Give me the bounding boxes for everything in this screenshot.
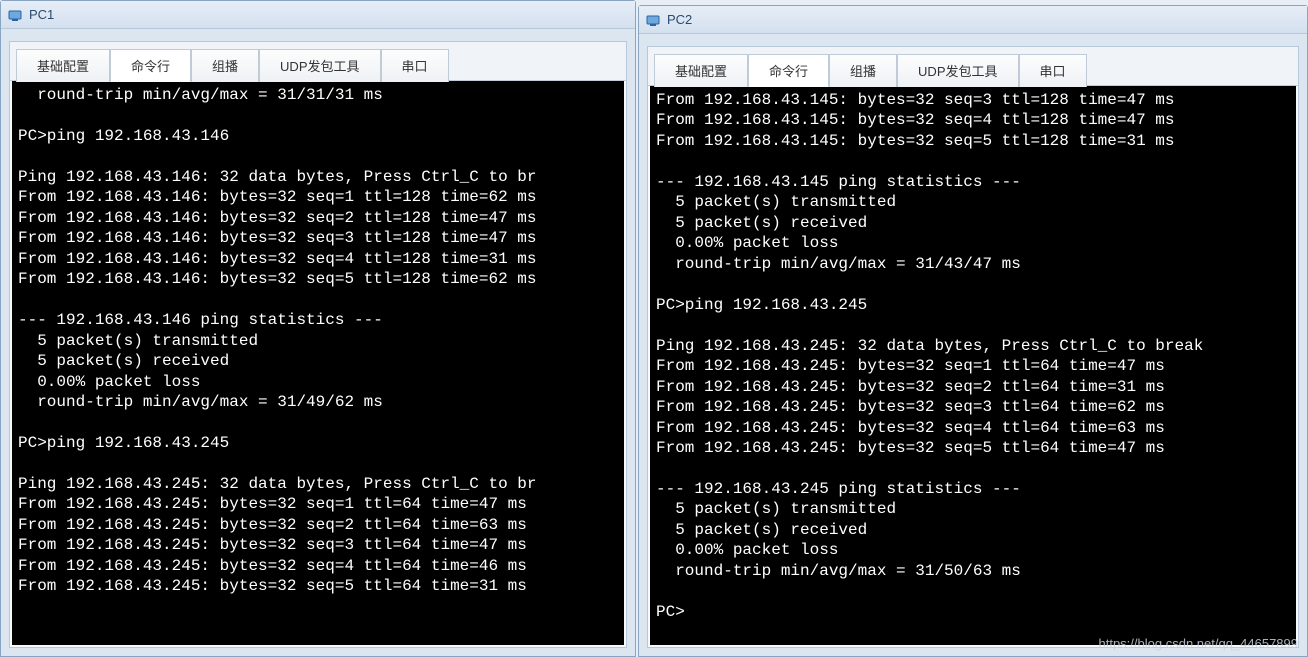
tabs-pc2: 基础配置 命令行 组播 UDP发包工具 串口 [648,47,1298,86]
tab-multicast[interactable]: 组播 [829,54,897,87]
terminal-pc2[interactable]: From 192.168.43.145: bytes=32 seq=3 ttl=… [650,86,1296,645]
tab-basic-config[interactable]: 基础配置 [16,49,110,82]
tab-command-line[interactable]: 命令行 [748,54,829,87]
app-icon [7,7,23,23]
tab-serial[interactable]: 串口 [1019,54,1087,87]
tab-udp-sender[interactable]: UDP发包工具 [259,49,380,82]
tab-multicast[interactable]: 组播 [191,49,259,82]
titlebar-pc1[interactable]: PC1 [1,1,635,29]
tab-command-line[interactable]: 命令行 [110,49,191,82]
tab-serial[interactable]: 串口 [381,49,449,82]
window-pc2: PC2 基础配置 命令行 组播 UDP发包工具 串口 From 192.168.… [638,5,1308,657]
terminal-pc1[interactable]: round-trip min/avg/max = 31/31/31 ms PC>… [12,81,624,645]
tab-udp-sender[interactable]: UDP发包工具 [897,54,1018,87]
window-inner-pc1: 基础配置 命令行 组播 UDP发包工具 串口 round-trip min/av… [9,41,627,648]
window-inner-pc2: 基础配置 命令行 组播 UDP发包工具 串口 From 192.168.43.1… [647,46,1299,648]
window-title: PC1 [29,7,54,22]
window-title: PC2 [667,12,692,27]
tab-basic-config[interactable]: 基础配置 [654,54,748,87]
window-pc1: PC1 基础配置 命令行 组播 UDP发包工具 串口 round-trip mi… [0,0,636,657]
tabs-pc1: 基础配置 命令行 组播 UDP发包工具 串口 [10,42,626,81]
titlebar-pc2[interactable]: PC2 [639,6,1307,34]
app-icon [645,12,661,28]
